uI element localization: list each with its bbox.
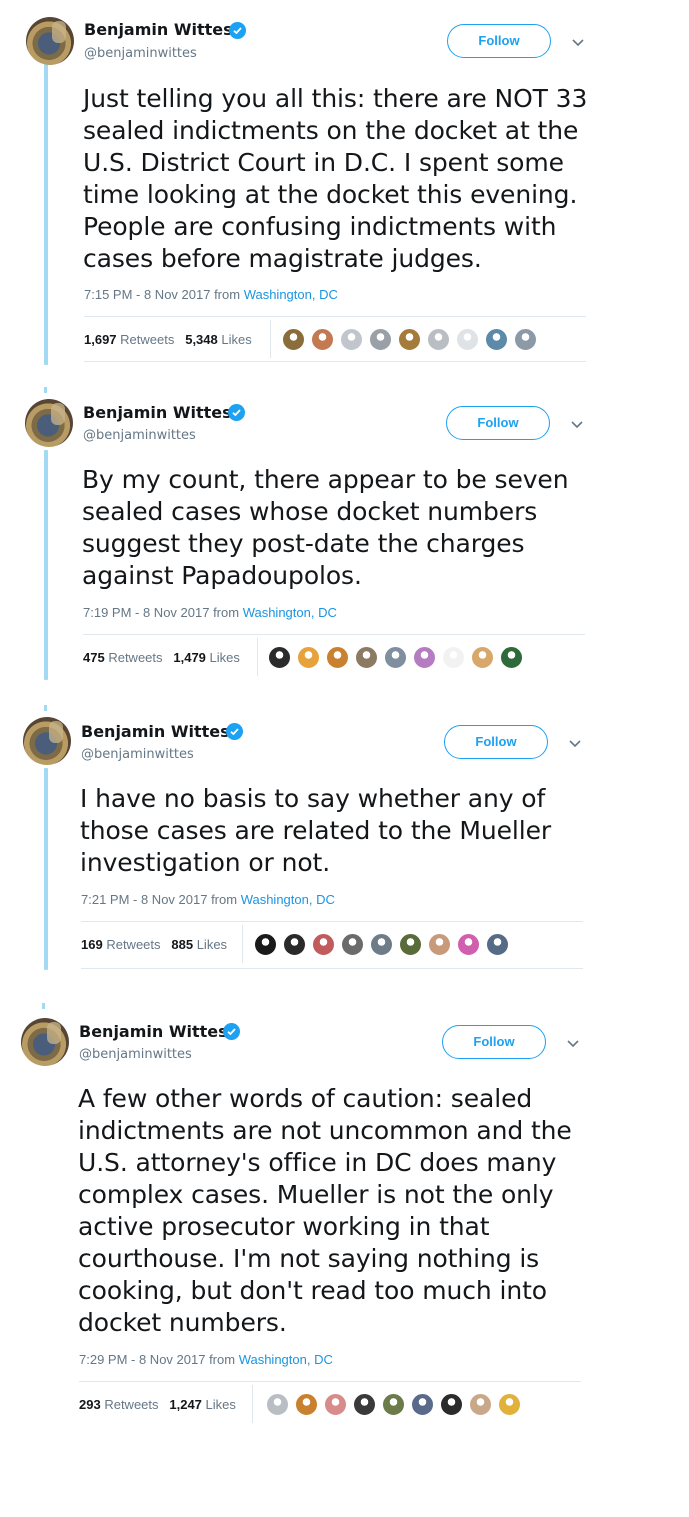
user-handle[interactable]: @benjaminwittes — [79, 1047, 192, 1062]
likes-label: Likes — [205, 1397, 236, 1412]
thread-connector — [42, 1003, 45, 1009]
avatar[interactable] — [21, 1018, 69, 1066]
tweet: Benjamin Wittes @benjaminwittes Follow A… — [0, 0, 600, 1440]
tweet-timestamp[interactable]: 7:29 PM - 8 Nov 2017 from Washington, DC — [79, 1352, 333, 1367]
user-name[interactable]: Benjamin Wittes — [79, 1022, 228, 1041]
follow-button[interactable]: Follow — [442, 1025, 546, 1059]
tweet-stats[interactable]: 293 Retweets 1,247 Likes — [79, 1397, 236, 1412]
liker-avatar[interactable] — [295, 1393, 318, 1416]
divider — [79, 1381, 581, 1382]
likes-count[interactable]: 1,247 — [169, 1397, 202, 1412]
liker-avatar[interactable] — [266, 1393, 289, 1416]
tweet-text: A few other words of caution: sealed ind… — [78, 1084, 572, 1337]
liker-avatar[interactable] — [440, 1393, 463, 1416]
verified-badge-icon — [223, 1023, 240, 1040]
stats-separator — [252, 1385, 253, 1423]
location-link[interactable]: Washington, DC — [239, 1352, 333, 1367]
retweets-label: Retweets — [104, 1397, 159, 1412]
liker-avatar[interactable] — [324, 1393, 347, 1416]
timestamp-text: 7:29 PM - 8 Nov 2017 from — [79, 1352, 239, 1367]
likers-avatars — [266, 1393, 526, 1416]
liker-avatar[interactable] — [469, 1393, 492, 1416]
chevron-down-icon[interactable] — [566, 1039, 580, 1049]
liker-avatar[interactable] — [411, 1393, 434, 1416]
liker-avatar[interactable] — [498, 1393, 521, 1416]
liker-avatar[interactable] — [382, 1393, 405, 1416]
liker-avatar[interactable] — [353, 1393, 376, 1416]
retweets-count[interactable]: 293 — [79, 1397, 101, 1412]
